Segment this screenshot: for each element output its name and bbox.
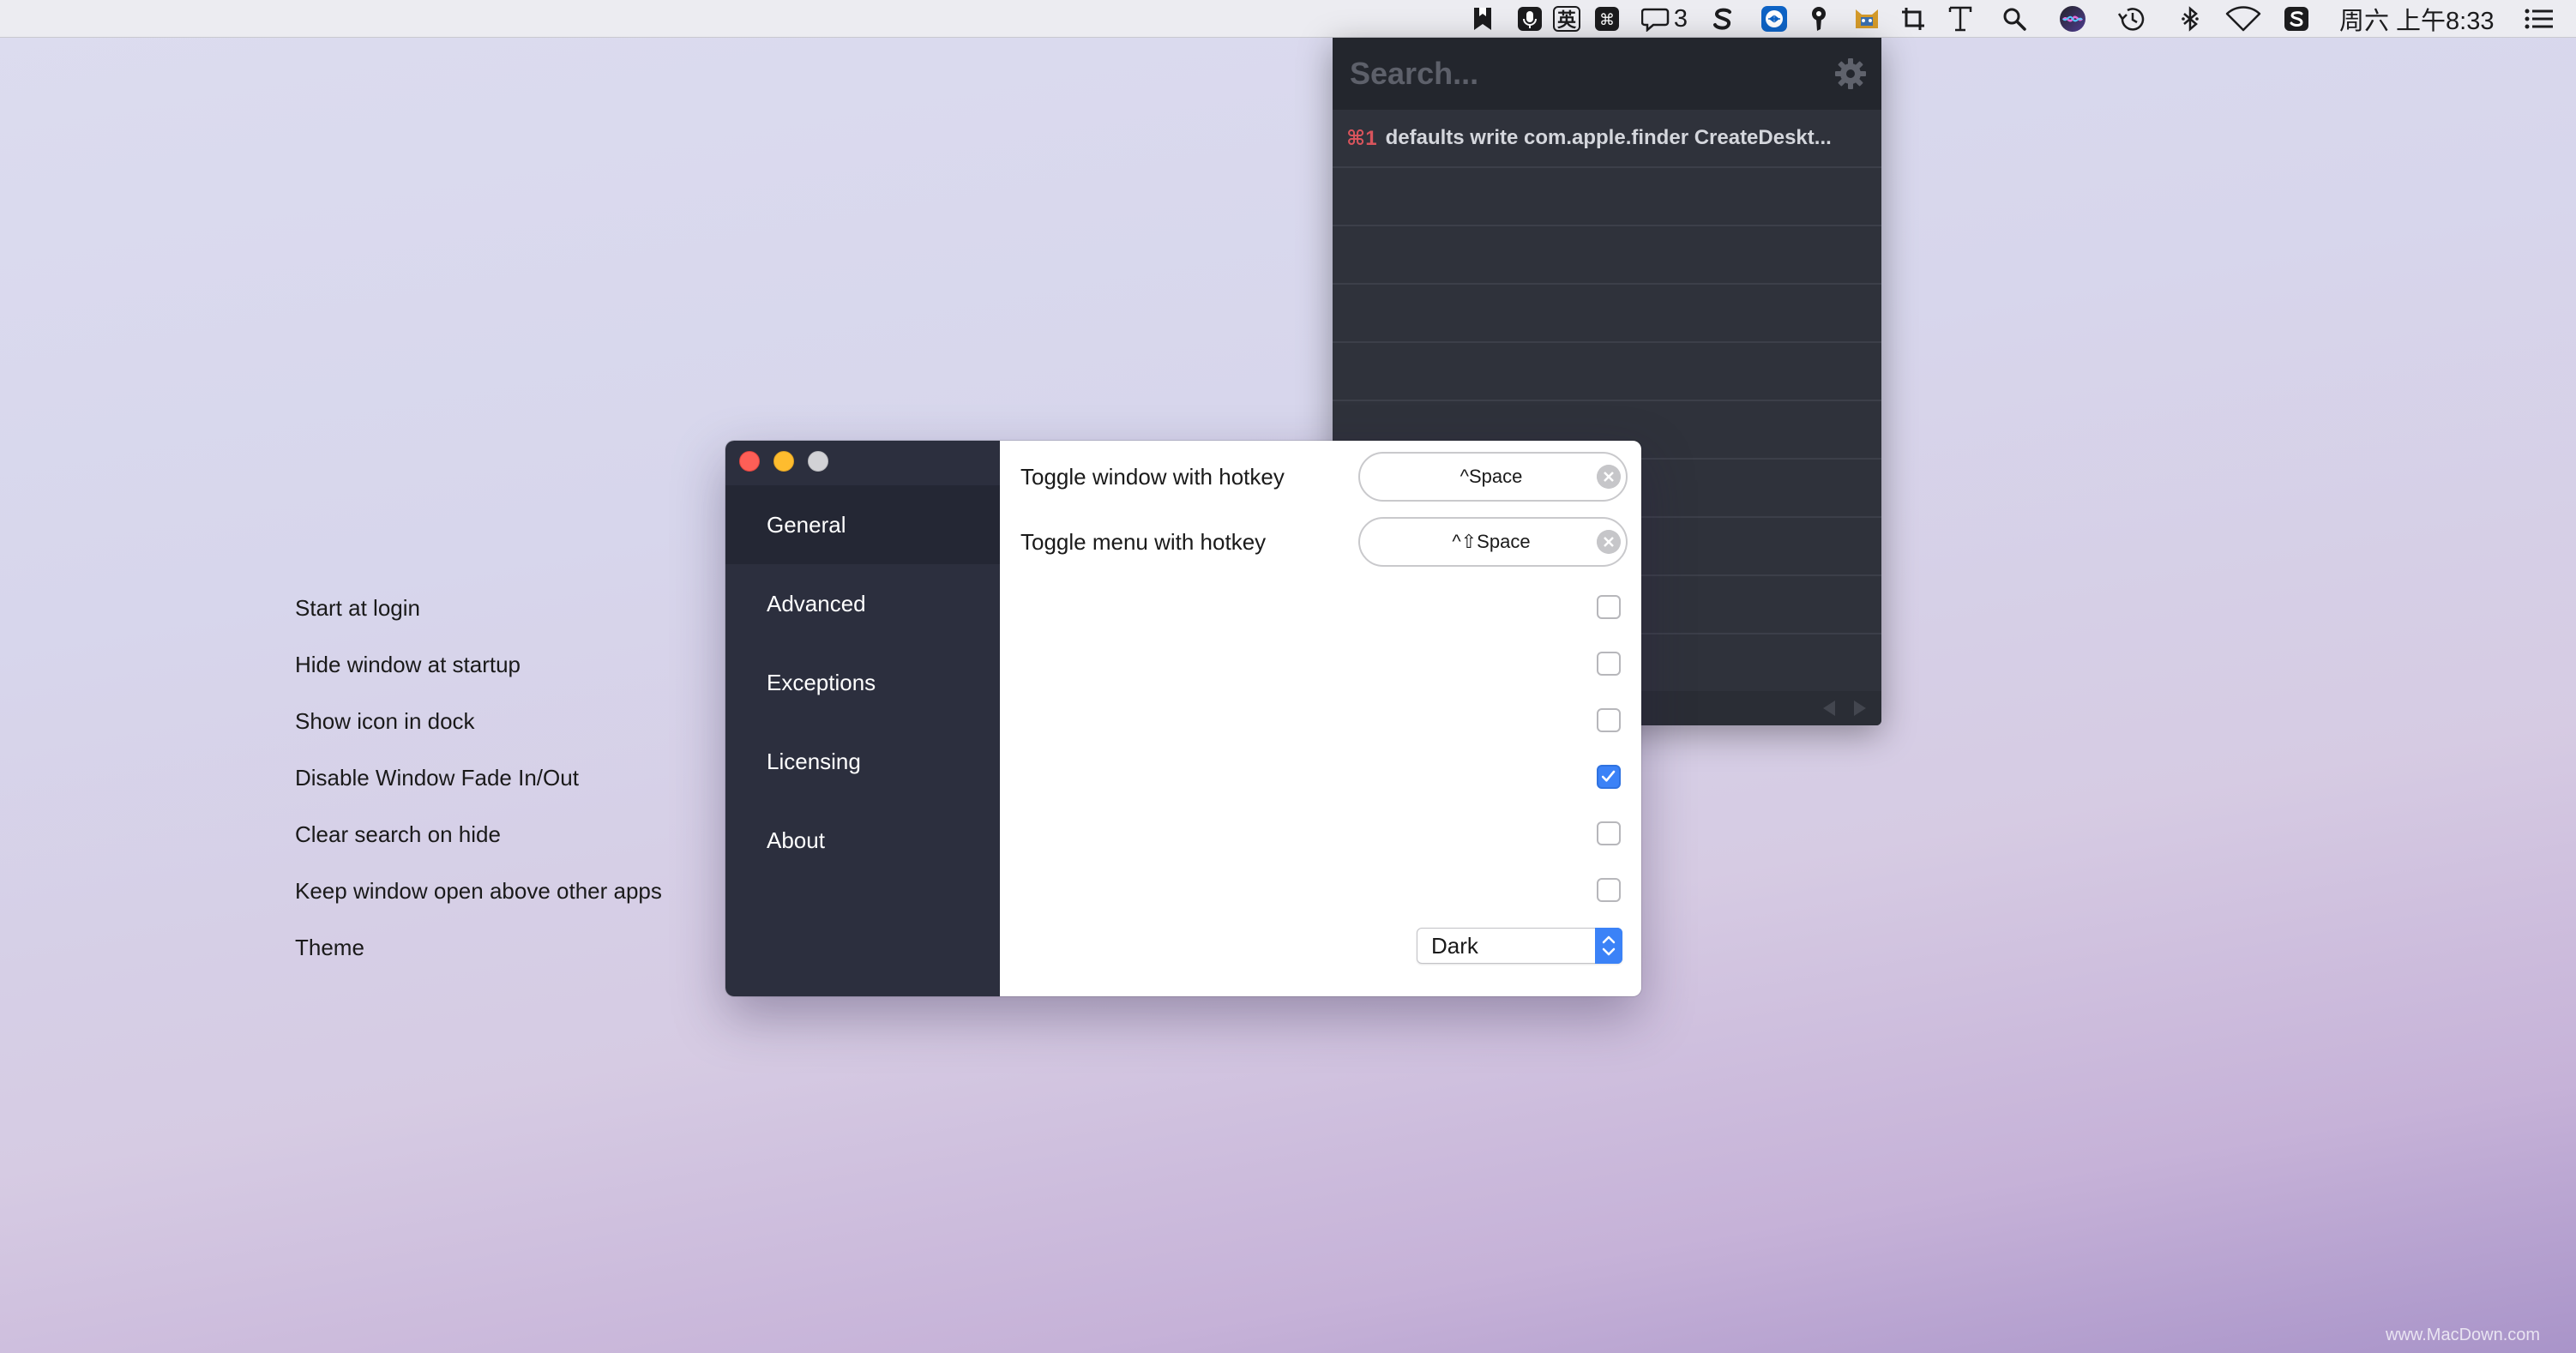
option-label: Hide window at startup <box>295 652 521 677</box>
disable-window-fade-checkbox[interactable] <box>1597 765 1621 789</box>
sidebar-item-advanced[interactable]: Advanced <box>725 564 1000 643</box>
clear-hotkey-icon[interactable] <box>1597 465 1621 489</box>
bookmark-icon[interactable] <box>1470 3 1496 34</box>
hide-window-at-startup-checkbox[interactable] <box>1597 652 1621 676</box>
menu-bar: 英 ⌘ 3 周六 上午8:33 <box>0 0 2576 38</box>
theme-value: Dark <box>1431 932 1478 959</box>
clip-shortcut: ⌘1 <box>1346 126 1377 150</box>
chat-bubble-icon[interactable]: 3 <box>1634 3 1694 34</box>
ime-english-icon[interactable]: 英 <box>1552 3 1581 34</box>
sidebar-item-label: Exceptions <box>767 669 876 695</box>
sidebar-item-licensing[interactable]: Licensing <box>725 722 1000 801</box>
time-machine-icon[interactable] <box>2116 3 2147 34</box>
option-label: Keep window open above other apps <box>295 878 662 904</box>
clip-row-empty[interactable] <box>1333 285 1881 343</box>
toggle-window-hotkey-label: Toggle window with hotkey <box>1020 464 1285 490</box>
sidebar-item-label: About <box>767 827 825 853</box>
option-label: Show icon in dock <box>295 708 475 734</box>
popup-search-input[interactable]: Search... <box>1350 56 1478 92</box>
menubar-clock[interactable]: 周六 上午8:33 <box>2339 3 2502 35</box>
command-icon[interactable]: ⌘ <box>1593 3 1621 34</box>
text-t-icon[interactable] <box>1947 3 1974 34</box>
watermark: www.MacDown.com <box>2386 1326 2541 1344</box>
sidebar-item-label: General <box>767 511 846 538</box>
clear-hotkey-icon[interactable] <box>1597 530 1621 554</box>
gear-icon[interactable] <box>1833 57 1868 91</box>
option-label: Start at login <box>295 595 420 621</box>
crop-square-icon[interactable] <box>1900 3 1926 34</box>
notification-count: 3 <box>1673 4 1688 33</box>
option-label: Clear search on hide <box>295 821 501 847</box>
siri-icon[interactable] <box>2058 3 2087 34</box>
popup-search-bar[interactable]: Search... <box>1333 38 1881 110</box>
list-menu-icon[interactable] <box>2523 3 2555 34</box>
window-zoom-button[interactable] <box>808 451 828 472</box>
window-minimize-button[interactable] <box>773 451 794 472</box>
s-app-icon[interactable] <box>2283 3 2310 34</box>
checkmark-icon <box>1601 770 1616 782</box>
hotkey-value: ^⇧Space <box>1452 531 1531 552</box>
scrivener-s-icon[interactable] <box>1710 3 1736 34</box>
bluetooth-icon[interactable] <box>2178 3 2202 34</box>
teamviewer-icon[interactable] <box>1760 3 1789 34</box>
microphone-icon[interactable] <box>1516 3 1544 34</box>
svg-text:⌘: ⌘ <box>1599 11 1615 29</box>
clip-row-empty[interactable] <box>1333 168 1881 226</box>
keep-window-on-top-checkbox[interactable] <box>1597 878 1621 902</box>
clear-search-on-hide-checkbox[interactable] <box>1597 821 1621 845</box>
theme-select[interactable]: Dark <box>1417 928 1622 964</box>
search-icon[interactable] <box>2001 3 2027 34</box>
clip-text: defaults write com.apple.finder CreateDe… <box>1385 126 1832 149</box>
window-close-button[interactable] <box>739 451 760 472</box>
chevron-updown-icon <box>1595 928 1622 964</box>
sidebar-item-general[interactable]: General <box>725 485 1000 564</box>
theme-label: Theme <box>295 935 364 960</box>
clip-row[interactable]: ⌘1 defaults write com.apple.finder Creat… <box>1333 110 1881 168</box>
cat-app-icon[interactable] <box>1852 3 1881 34</box>
sidebar-item-label: Advanced <box>767 590 866 616</box>
toggle-menu-hotkey-label: Toggle menu with hotkey <box>1020 529 1267 555</box>
sidebar-item-about[interactable]: About <box>725 801 1000 880</box>
prefs-sidebar: General Advanced Exceptions Licensing Ab… <box>725 441 1000 996</box>
clip-row-empty[interactable] <box>1333 226 1881 285</box>
hotkey-value: ^Space <box>1460 466 1523 487</box>
option-label: Disable Window Fade In/Out <box>295 765 579 791</box>
page-next-icon[interactable] <box>1851 698 1869 719</box>
clip-row-empty[interactable] <box>1333 343 1881 401</box>
start-at-login-checkbox[interactable] <box>1597 595 1621 619</box>
sidebar-item-exceptions[interactable]: Exceptions <box>725 643 1000 722</box>
page-prev-icon[interactable] <box>1820 698 1839 719</box>
wifi-icon[interactable] <box>2224 3 2262 34</box>
show-icon-in-dock-checkbox[interactable] <box>1597 708 1621 732</box>
toggle-menu-hotkey-field[interactable]: ^⇧Space <box>1358 517 1628 567</box>
ime-label: 英 <box>1553 6 1580 32</box>
password-key-icon[interactable] <box>1808 3 1830 34</box>
clock-text: 周六 上午8:33 <box>2339 8 2495 35</box>
toggle-window-hotkey-field[interactable]: ^Space <box>1358 452 1628 502</box>
sidebar-item-label: Licensing <box>767 748 861 774</box>
